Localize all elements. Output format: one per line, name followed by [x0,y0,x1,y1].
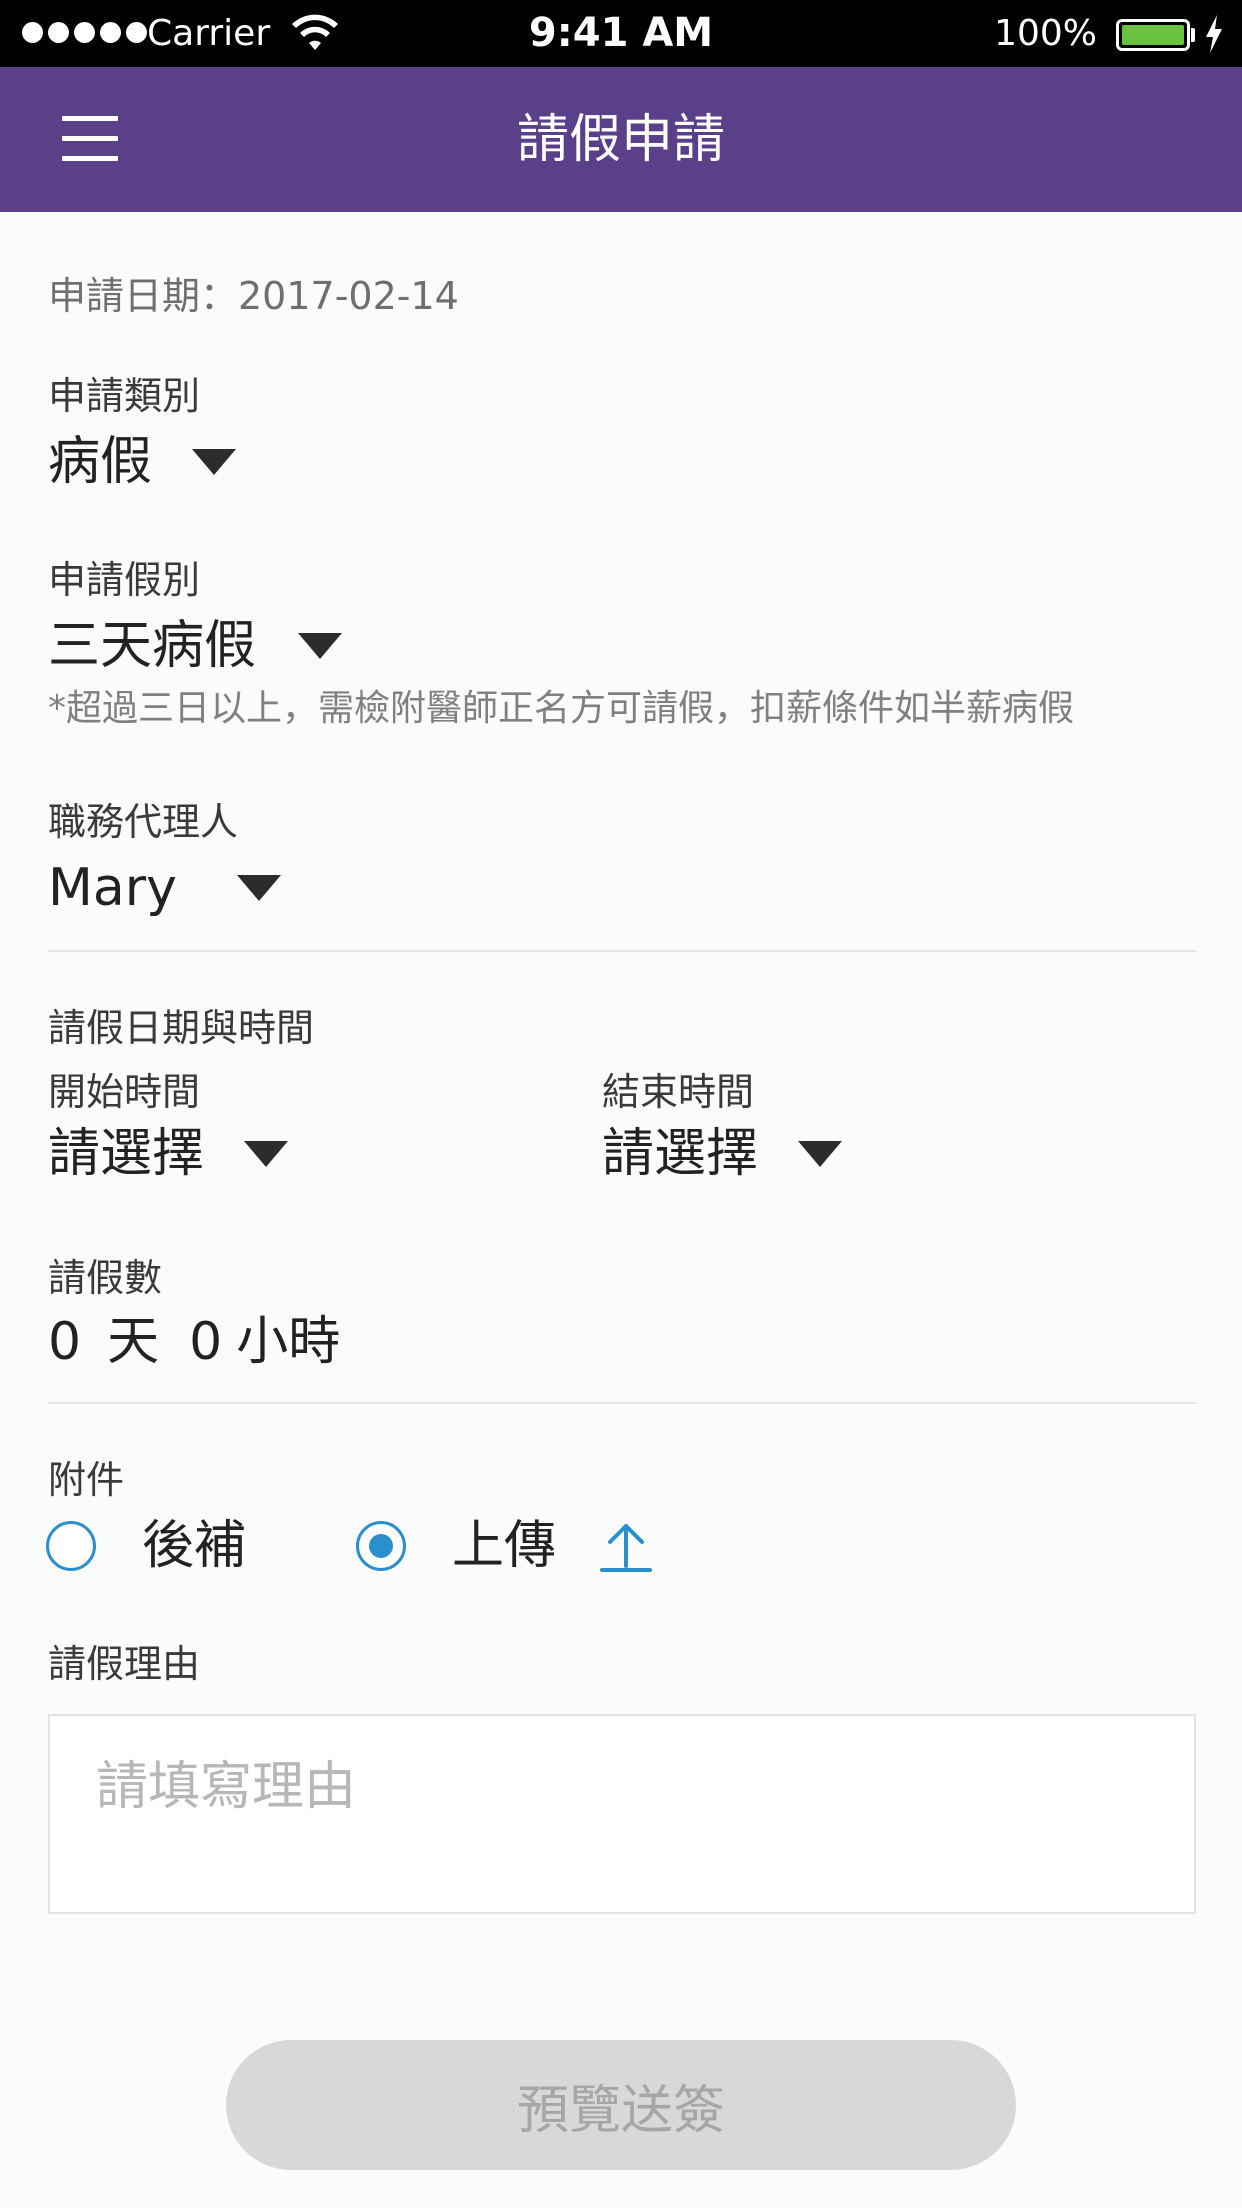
hours-unit: 小時 [236,1312,341,1372]
dropdown-caret-icon [798,1141,843,1167]
days-unit: 天 [107,1312,160,1372]
leave-hours: 0 [189,1312,223,1372]
leave-type-label: 申請假別 [48,558,201,602]
start-time-label: 開始時間 [48,1070,201,1114]
leave-type-value: 三天病假 [48,616,257,676]
dropdown-caret-icon [236,875,281,901]
status-bar: Carrier 9:41 AM 100% [0,0,1242,67]
category-select[interactable]: 病假 [48,430,237,494]
battery-icon [1116,19,1190,51]
page-title: 請假申請 [516,110,725,170]
end-time-select[interactable]: 請選擇 [602,1122,843,1186]
dropdown-caret-icon [298,633,343,659]
agent-select[interactable]: Mary [48,856,281,920]
radio-later-label[interactable]: 後補 [142,1514,246,1578]
leave-type-select[interactable]: 三天病假 [48,614,343,678]
battery-tip [1191,28,1195,42]
reason-input[interactable] [48,1714,1196,1914]
start-time-select[interactable]: 請選擇 [48,1122,289,1186]
nav-bar: 請假申請 [0,67,1242,212]
dropdown-caret-icon [192,449,237,475]
category-value: 病假 [48,432,153,492]
datetime-label: 請假日期與時間 [48,1006,315,1050]
category-label: 申請類別 [48,374,201,418]
leave-type-note: *超過三日以上，需檢附醫師正名方可請假，扣薪條件如半薪病假 [48,688,1075,729]
apply-date: 申請日期：2017-02-14 [48,274,459,318]
leave-days: 0 [48,1312,82,1372]
radio-upload-label[interactable]: 上傳 [452,1514,556,1578]
end-time-label: 結束時間 [602,1070,755,1114]
end-time-value: 請選擇 [602,1124,759,1184]
attachment-label: 附件 [48,1458,125,1502]
battery-percent: 100% [994,13,1097,54]
agent-label: 職務代理人 [48,800,239,844]
charging-bolt-icon [1206,15,1222,53]
preview-submit-button[interactable]: 預覽送簽 [226,2040,1016,2170]
divider [48,1402,1196,1404]
agent-value: Mary [48,858,177,918]
radio-upload[interactable] [356,1521,407,1571]
start-time-value: 請選擇 [48,1124,205,1184]
leave-count-label: 請假數 [48,1256,163,1300]
reason-label: 請假理由 [48,1642,201,1686]
divider [48,950,1196,952]
radio-later[interactable] [46,1521,96,1571]
attachment-options: 後補 上傳 [46,1514,654,1578]
dropdown-caret-icon [244,1141,289,1167]
leave-count: 0 天 0 小時 [48,1310,340,1374]
upload-arrow-icon[interactable] [598,1518,654,1574]
